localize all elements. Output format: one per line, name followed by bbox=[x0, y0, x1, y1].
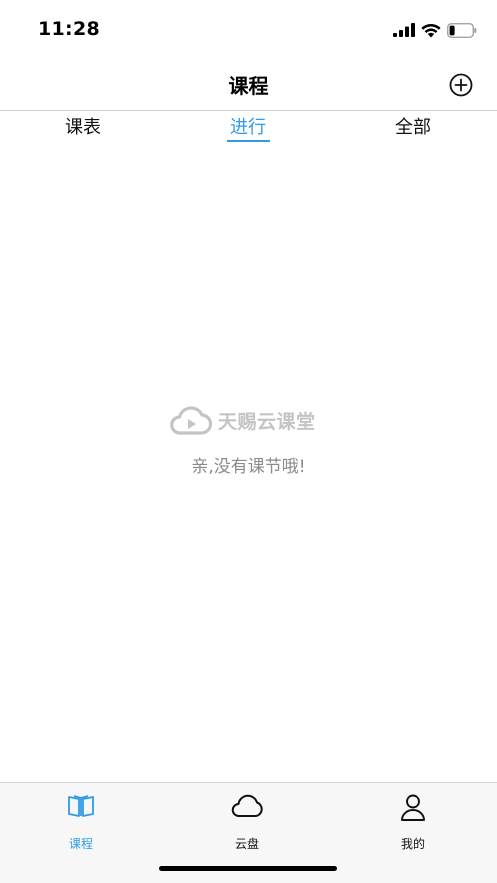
tabbar-label: 我的 bbox=[400, 837, 425, 851]
signal-icon bbox=[393, 23, 415, 37]
empty-message: 亲,没有课节哦! bbox=[191, 457, 306, 477]
empty-state: 天赐云课堂 亲,没有课节哦! bbox=[0, 400, 497, 480]
tabbar-item-cloud-drive[interactable]: 云盘 bbox=[197, 793, 297, 853]
active-tab-underline bbox=[227, 140, 270, 142]
status-time: 11:28 bbox=[38, 18, 100, 40]
status-bar: 11:28 bbox=[0, 0, 497, 58]
wifi-icon bbox=[421, 23, 441, 37]
tabbar-label: 课程 bbox=[68, 837, 93, 851]
book-icon bbox=[68, 795, 94, 817]
tabbar-item-profile[interactable]: 我的 bbox=[363, 793, 463, 853]
person-icon bbox=[401, 794, 425, 821]
app-screen: 11:28 课程 课表 进行 全部 天赐云课堂 亲,没有课节哦! 课程 云盘 我… bbox=[0, 0, 497, 883]
tab-schedule[interactable]: 课表 bbox=[23, 113, 143, 139]
brand-name: 天赐云课堂 bbox=[218, 410, 316, 433]
tabbar-item-courses[interactable]: 课程 bbox=[31, 793, 131, 853]
status-icons bbox=[393, 20, 477, 40]
page-title: 课程 bbox=[228, 74, 269, 98]
tab-in-progress[interactable]: 进行 bbox=[188, 113, 308, 139]
tabbar-label: 云盘 bbox=[234, 837, 259, 851]
plus-circle-icon[interactable] bbox=[449, 73, 473, 97]
home-indicator bbox=[159, 866, 337, 871]
battery-icon bbox=[447, 22, 477, 38]
cloud-play-icon bbox=[170, 406, 212, 435]
cloud-icon bbox=[231, 794, 263, 817]
brand-logo: 天赐云课堂 bbox=[170, 404, 316, 436]
tab-all[interactable]: 全部 bbox=[353, 113, 473, 139]
nav-bar: 课程 bbox=[0, 58, 497, 111]
